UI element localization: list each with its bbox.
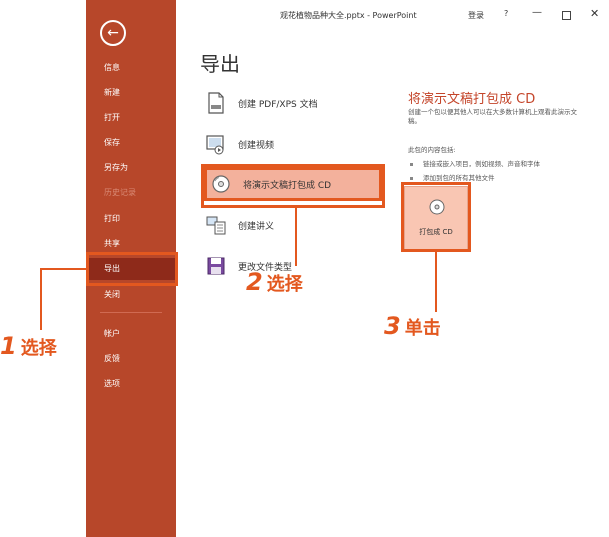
panel-bullet-text: 链接或嵌入项目，例如视频、声音和字体 [423,160,540,168]
callout-3-text: 单击 [404,318,441,339]
callout-1-text: 选择 [20,338,57,359]
highlight-package-button [401,182,471,252]
export-handout[interactable]: 创建讲义 [206,208,382,242]
nav-divider [100,312,162,313]
nav-history[interactable]: 历史记录 [86,182,176,204]
panel-description: 创建一个包以便其他人可以在大多数计算机上观看此演示文稿。 [408,108,577,125]
nav-print[interactable]: 打印 [86,208,176,230]
save-disk-icon [206,255,226,277]
nav-open[interactable]: 打开 [86,107,176,129]
highlight-package-option [201,164,385,208]
login-link[interactable]: 登录 [468,10,484,21]
export-video-label: 创建视频 [238,140,275,151]
main-content: 观花植物品种大全.pptx - PowerPoint 登录 ? — ✕ 导出 创… [176,0,609,537]
callout-line-2 [295,208,297,266]
nav-save[interactable]: 保存 [86,132,176,154]
minimize-icon[interactable]: — [532,7,542,18]
callout-1-number: 1 [0,332,17,360]
panel-includes-label: 此包的内容包括: [408,146,456,154]
nav-options[interactable]: 选项 [86,373,176,395]
nav-feedback[interactable]: 反馈 [86,348,176,370]
nav-close[interactable]: 关闭 [86,284,176,306]
export-pdf-label: 创建 PDF/XPS 文档 [238,99,318,110]
maximize-icon[interactable] [562,11,571,20]
nav-info[interactable]: 信息 [86,57,176,79]
callout-2-text: 选择 [266,274,303,295]
close-icon[interactable]: ✕ [590,7,599,20]
panel-bullet: 添加到包的所有其他文件 [410,172,495,182]
pdf-document-icon [206,92,226,114]
export-video[interactable]: 创建视频 [206,127,382,161]
nav-save-as[interactable]: 另存为 [86,157,176,179]
nav-new[interactable]: 新建 [86,82,176,104]
callout-2: 2 选择 [246,268,303,296]
panel-bullet-text: 添加到包的所有其他文件 [423,174,495,182]
panel-title: 将演示文稿打包成 CD [408,92,536,107]
callout-3-number: 3 [384,312,401,340]
panel-bullet: 链接或嵌入项目，例如视频、声音和字体 [410,158,540,168]
handout-icon [206,214,226,236]
callout-line-1 [40,268,42,330]
title-bar: 观花植物品种大全.pptx - PowerPoint 登录 ? — ✕ [176,0,609,28]
highlight-export-nav [86,252,178,286]
video-icon [206,133,226,155]
export-pdf-xps[interactable]: 创建 PDF/XPS 文档 [206,86,382,120]
callout-line-1 [40,268,86,270]
page-title: 导出 [200,52,240,76]
export-handout-label: 创建讲义 [238,221,275,232]
back-arrow-icon[interactable]: ← [100,20,126,46]
callout-1: 1 选择 [0,332,57,360]
window-title: 观花植物品种大全.pptx - PowerPoint [280,11,417,20]
nav-account[interactable]: 帐户 [86,323,176,345]
callout-3: 3 单击 [384,312,441,340]
help-button[interactable]: ? [504,9,508,18]
callout-line-3 [435,252,437,312]
callout-2-number: 2 [246,268,263,296]
